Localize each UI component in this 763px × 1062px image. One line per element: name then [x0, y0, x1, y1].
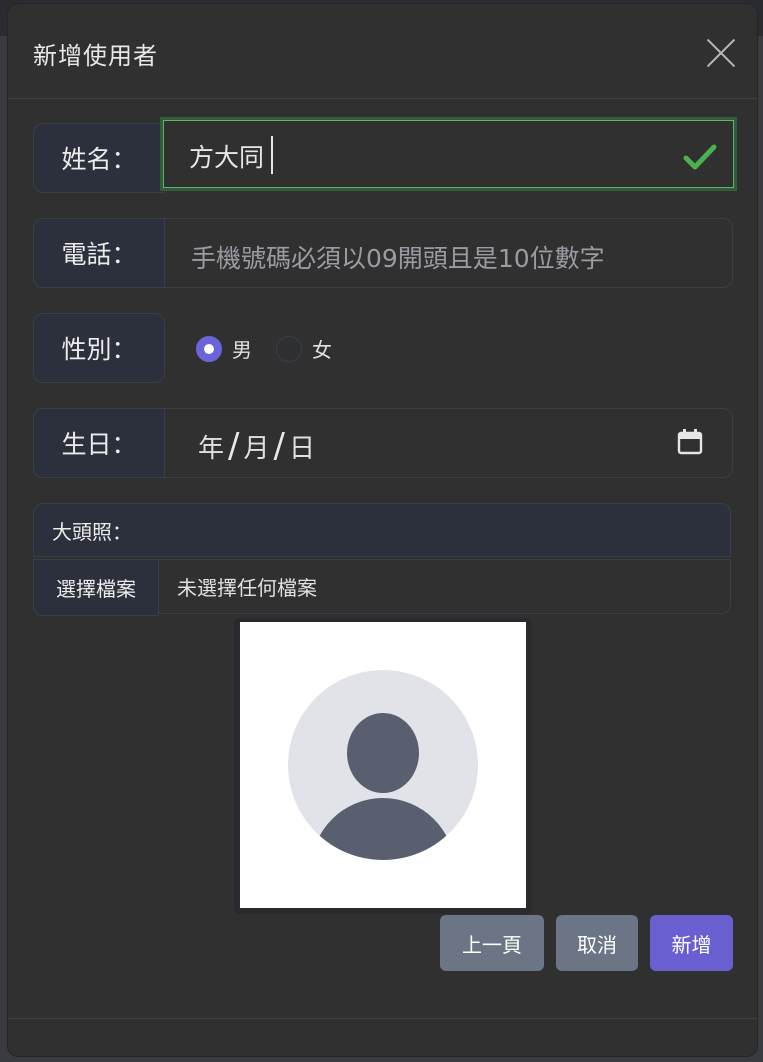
- gender-radio-group: 男 女: [196, 334, 356, 363]
- cancel-button[interactable]: 取消: [556, 915, 638, 971]
- date-separator: /: [228, 426, 240, 466]
- date-month[interactable]: 月: [243, 428, 269, 465]
- check-icon: [683, 144, 717, 170]
- close-icon[interactable]: [704, 36, 738, 70]
- file-input[interactable]: 選擇檔案 未選擇任何檔案: [33, 559, 731, 616]
- gender-female-label: 女: [312, 338, 332, 362]
- name-row: 姓名： 方大同: [33, 117, 737, 193]
- default-avatar-icon: [288, 670, 478, 860]
- phone-label: 電話：: [33, 218, 165, 288]
- gender-male-radio[interactable]: [196, 335, 222, 362]
- name-label: 姓名：: [33, 123, 165, 193]
- birthday-row: 生日： 年 / 月 / 日: [33, 408, 733, 478]
- calendar-icon[interactable]: [677, 429, 703, 455]
- prev-page-button[interactable]: 上一頁: [440, 915, 544, 971]
- gender-male-label: 男: [232, 338, 252, 362]
- avatar-label: 大頭照：: [33, 503, 731, 557]
- name-input[interactable]: 方大同: [160, 117, 737, 191]
- name-input-value: 方大同: [189, 143, 265, 172]
- birthday-input[interactable]: 年 / 月 / 日: [164, 408, 733, 478]
- add-user-modal: 新增使用者 姓名： 方大同 電話： 手機號碼必須以09開頭且是10位數字 性別：…: [8, 4, 757, 1056]
- gender-row: 性別： 男 女: [33, 313, 733, 383]
- phone-input[interactable]: 手機號碼必須以09開頭且是10位數字: [164, 218, 733, 288]
- date-parts: 年 / 月 / 日: [198, 426, 315, 466]
- phone-placeholder: 手機號碼必須以09開頭且是10位數字: [191, 244, 605, 273]
- phone-row: 電話： 手機號碼必須以09開頭且是10位數字: [33, 218, 733, 288]
- gender-label: 性別：: [33, 313, 165, 383]
- file-status: 未選擇任何檔案: [158, 559, 731, 614]
- date-separator: /: [273, 426, 285, 466]
- text-caret: [271, 136, 273, 174]
- add-button[interactable]: 新增: [650, 915, 733, 971]
- modal-title: 新增使用者: [33, 42, 158, 70]
- gender-female-radio[interactable]: [276, 335, 302, 362]
- date-day[interactable]: 日: [289, 428, 315, 465]
- modal-header: 新增使用者: [8, 4, 757, 99]
- avatar-preview-frame: [234, 618, 531, 914]
- birthday-label: 生日：: [33, 408, 165, 478]
- date-year[interactable]: 年: [198, 428, 224, 465]
- choose-file-button[interactable]: 選擇檔案: [33, 559, 159, 616]
- modal-footer-divider: [8, 1018, 757, 1019]
- avatar-preview: [240, 622, 526, 908]
